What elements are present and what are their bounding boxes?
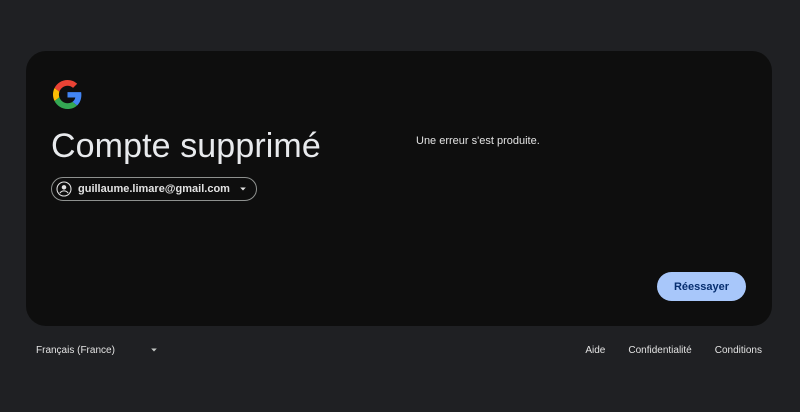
account-circle-icon <box>56 181 72 197</box>
footer: Français (France) Aide Confidentialité C… <box>36 340 762 360</box>
account-email: guillaume.limare@gmail.com <box>78 183 230 195</box>
main-card: Compte supprimé guillaume.limare@gmail.c… <box>26 51 772 326</box>
google-logo-icon <box>53 80 82 109</box>
help-link[interactable]: Aide <box>585 345 605 356</box>
privacy-link[interactable]: Confidentialité <box>628 345 691 356</box>
retry-button[interactable]: Réessayer <box>656 272 746 301</box>
page-title: Compte supprimé <box>51 127 321 165</box>
error-message: Une erreur s'est produite. <box>416 135 540 147</box>
language-selector[interactable]: Français (France) <box>36 345 158 356</box>
account-chip[interactable]: guillaume.limare@gmail.com <box>51 177 257 201</box>
terms-link[interactable]: Conditions <box>715 345 762 356</box>
footer-links: Aide Confidentialité Conditions <box>585 345 762 356</box>
caret-down-icon <box>239 185 247 193</box>
caret-down-icon <box>150 346 158 354</box>
language-label: Français (France) <box>36 344 115 356</box>
